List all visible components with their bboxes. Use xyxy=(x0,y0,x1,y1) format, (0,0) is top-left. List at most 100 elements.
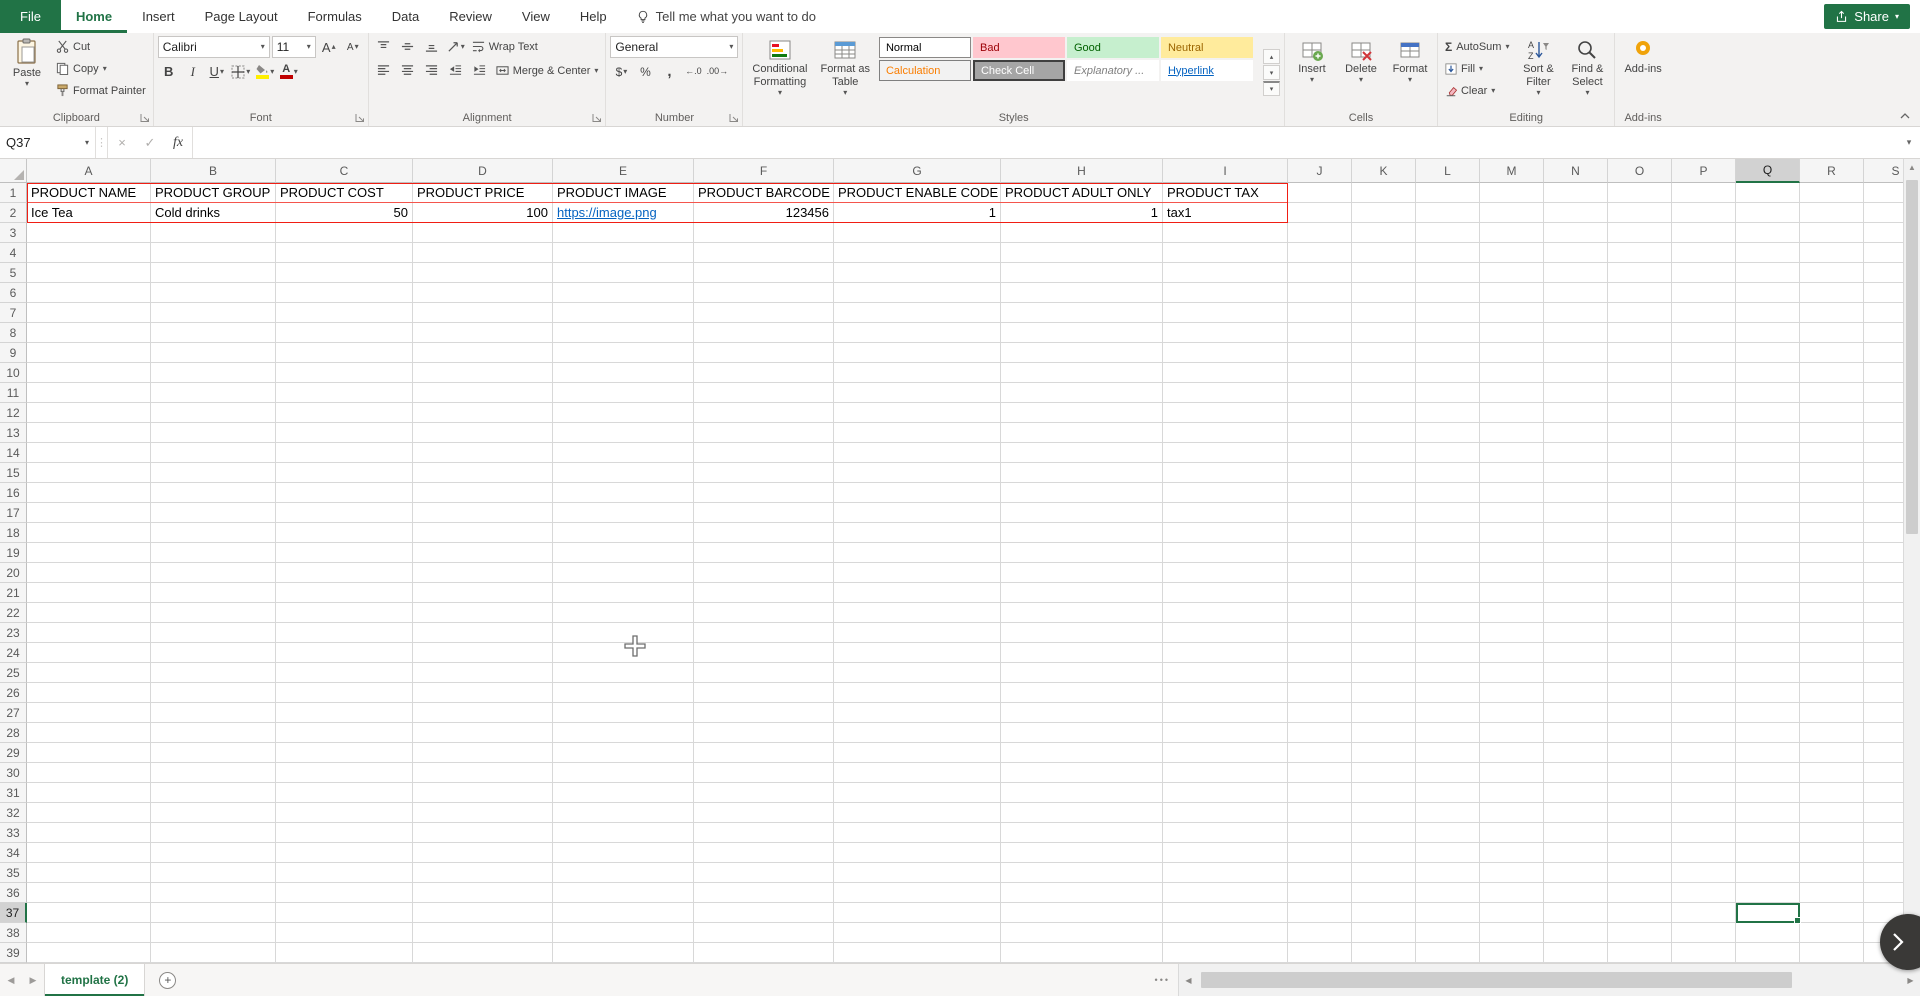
cell-N8[interactable] xyxy=(1544,323,1608,343)
cell-B36[interactable] xyxy=(151,883,276,903)
cell-D2[interactable]: 100 xyxy=(413,203,553,223)
cell-D4[interactable] xyxy=(413,243,553,263)
cell-E21[interactable] xyxy=(553,583,694,603)
cell-P8[interactable] xyxy=(1672,323,1736,343)
cell-N1[interactable] xyxy=(1544,183,1608,203)
cell-H2[interactable]: 1 xyxy=(1001,203,1163,223)
sheet-nav-next-icon[interactable]: ▶ xyxy=(22,975,44,986)
cell-E30[interactable] xyxy=(553,763,694,783)
cell-L24[interactable] xyxy=(1416,643,1480,663)
row-header-16[interactable]: 16 xyxy=(0,483,27,503)
cell-N36[interactable] xyxy=(1544,883,1608,903)
cell-M8[interactable] xyxy=(1480,323,1544,343)
cell-Q20[interactable] xyxy=(1736,563,1800,583)
cell-N9[interactable] xyxy=(1544,343,1608,363)
cell-G39[interactable] xyxy=(834,943,1001,963)
cell-E19[interactable] xyxy=(553,543,694,563)
cell-E26[interactable] xyxy=(553,683,694,703)
bold-button[interactable]: B xyxy=(158,61,180,82)
cell-F30[interactable] xyxy=(694,763,834,783)
cell-D37[interactable] xyxy=(413,903,553,923)
gallery-scroll-up-icon[interactable]: ▴ xyxy=(1263,49,1280,64)
cell-I16[interactable] xyxy=(1163,483,1288,503)
cell-F15[interactable] xyxy=(694,463,834,483)
cell-I38[interactable] xyxy=(1163,923,1288,943)
cell-R10[interactable] xyxy=(1800,363,1864,383)
cell-A34[interactable] xyxy=(27,843,151,863)
cell-H32[interactable] xyxy=(1001,803,1163,823)
cell-B26[interactable] xyxy=(151,683,276,703)
cell-J26[interactable] xyxy=(1288,683,1352,703)
cell-I5[interactable] xyxy=(1163,263,1288,283)
cell-P1[interactable] xyxy=(1672,183,1736,203)
column-header-M[interactable]: M xyxy=(1480,159,1544,183)
cell-S6[interactable] xyxy=(1864,283,1903,303)
cell-C35[interactable] xyxy=(276,863,413,883)
cell-D39[interactable] xyxy=(413,943,553,963)
top-align-button[interactable] xyxy=(373,36,395,57)
format-cells-button[interactable]: Format ▾ xyxy=(1387,36,1433,109)
cell-D36[interactable] xyxy=(413,883,553,903)
cell-K21[interactable] xyxy=(1352,583,1416,603)
cell-C3[interactable] xyxy=(276,223,413,243)
cell-I21[interactable] xyxy=(1163,583,1288,603)
cell-Q30[interactable] xyxy=(1736,763,1800,783)
borders-button[interactable]: ▾ xyxy=(230,61,252,82)
cell-E8[interactable] xyxy=(553,323,694,343)
cell-O33[interactable] xyxy=(1608,823,1672,843)
cell-H10[interactable] xyxy=(1001,363,1163,383)
cell-J32[interactable] xyxy=(1288,803,1352,823)
cell-M17[interactable] xyxy=(1480,503,1544,523)
cell-K3[interactable] xyxy=(1352,223,1416,243)
cell-G4[interactable] xyxy=(834,243,1001,263)
column-header-I[interactable]: I xyxy=(1163,159,1288,183)
cell-S28[interactable] xyxy=(1864,723,1903,743)
cell-G27[interactable] xyxy=(834,703,1001,723)
cell-B5[interactable] xyxy=(151,263,276,283)
cell-E25[interactable] xyxy=(553,663,694,683)
cell-H33[interactable] xyxy=(1001,823,1163,843)
tab-home[interactable]: Home xyxy=(61,0,127,33)
column-header-F[interactable]: F xyxy=(694,159,834,183)
share-button[interactable]: Share ▾ xyxy=(1824,4,1910,29)
cell-Q39[interactable] xyxy=(1736,943,1800,963)
cell-K12[interactable] xyxy=(1352,403,1416,423)
cell-M18[interactable] xyxy=(1480,523,1544,543)
cell-N3[interactable] xyxy=(1544,223,1608,243)
cell-B1[interactable]: PRODUCT GROUP xyxy=(151,183,276,203)
cell-D7[interactable] xyxy=(413,303,553,323)
cell-N30[interactable] xyxy=(1544,763,1608,783)
cell-style-hyperlink[interactable]: Hyperlink xyxy=(1161,60,1253,81)
cell-L21[interactable] xyxy=(1416,583,1480,603)
cell-G10[interactable] xyxy=(834,363,1001,383)
cell-Q36[interactable] xyxy=(1736,883,1800,903)
find-select-button[interactable]: Find & Select ▾ xyxy=(1564,36,1610,109)
cell-P11[interactable] xyxy=(1672,383,1736,403)
cell-N23[interactable] xyxy=(1544,623,1608,643)
cell-H31[interactable] xyxy=(1001,783,1163,803)
cell-I12[interactable] xyxy=(1163,403,1288,423)
cell-P30[interactable] xyxy=(1672,763,1736,783)
cell-B24[interactable] xyxy=(151,643,276,663)
cell-R30[interactable] xyxy=(1800,763,1864,783)
cell-N17[interactable] xyxy=(1544,503,1608,523)
cell-E2[interactable]: https://image.png xyxy=(553,203,694,223)
column-header-G[interactable]: G xyxy=(834,159,1001,183)
cell-M32[interactable] xyxy=(1480,803,1544,823)
cell-N5[interactable] xyxy=(1544,263,1608,283)
cell-R3[interactable] xyxy=(1800,223,1864,243)
cell-A25[interactable] xyxy=(27,663,151,683)
cell-S14[interactable] xyxy=(1864,443,1903,463)
column-header-O[interactable]: O xyxy=(1608,159,1672,183)
cell-N15[interactable] xyxy=(1544,463,1608,483)
cell-K13[interactable] xyxy=(1352,423,1416,443)
cell-H30[interactable] xyxy=(1001,763,1163,783)
cell-R35[interactable] xyxy=(1800,863,1864,883)
cell-F7[interactable] xyxy=(694,303,834,323)
column-header-J[interactable]: J xyxy=(1288,159,1352,183)
cell-R28[interactable] xyxy=(1800,723,1864,743)
cell-K37[interactable] xyxy=(1352,903,1416,923)
cell-I20[interactable] xyxy=(1163,563,1288,583)
cell-R20[interactable] xyxy=(1800,563,1864,583)
cell-L35[interactable] xyxy=(1416,863,1480,883)
